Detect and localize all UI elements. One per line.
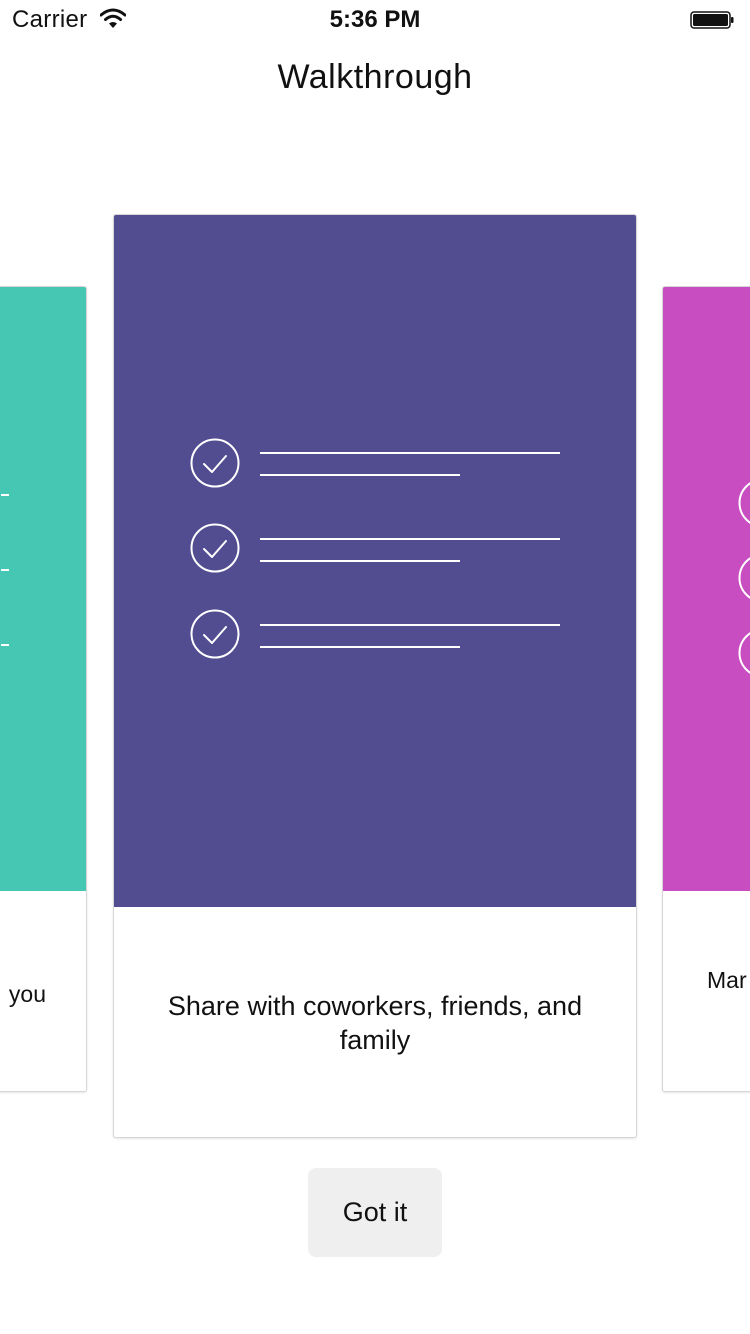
walkthrough-card-current[interactable]: Share with coworkers, friends, and famil… — [113, 214, 637, 1138]
status-time: 5:36 PM — [329, 6, 421, 33]
checklist-icon — [663, 287, 750, 891]
battery-icon — [690, 11, 734, 29]
card-caption: you — [8, 981, 46, 1007]
card-illustration — [114, 215, 636, 907]
card-illustration — [0, 287, 86, 891]
walkthrough-screen: Carrier 5:36 PM Walkthrough you Share wi… — [0, 0, 750, 1334]
card-caption: Mar — [707, 967, 747, 993]
page-title: Walkthrough — [277, 58, 473, 96]
card-caption: Share with coworkers, friends, and famil… — [167, 991, 583, 1055]
checklist-icon — [0, 287, 86, 891]
card-illustration — [663, 287, 750, 891]
walkthrough-card-next[interactable]: Mar — [662, 286, 750, 1092]
checklist-icon — [114, 215, 636, 907]
walkthrough-card-previous[interactable]: you — [0, 286, 87, 1092]
status-bar: Carrier 5:36 PM — [0, 0, 750, 40]
card-illustration-background — [0, 287, 86, 891]
got-it-button[interactable]: Got it — [308, 1168, 442, 1257]
card-illustration-background — [663, 287, 750, 891]
